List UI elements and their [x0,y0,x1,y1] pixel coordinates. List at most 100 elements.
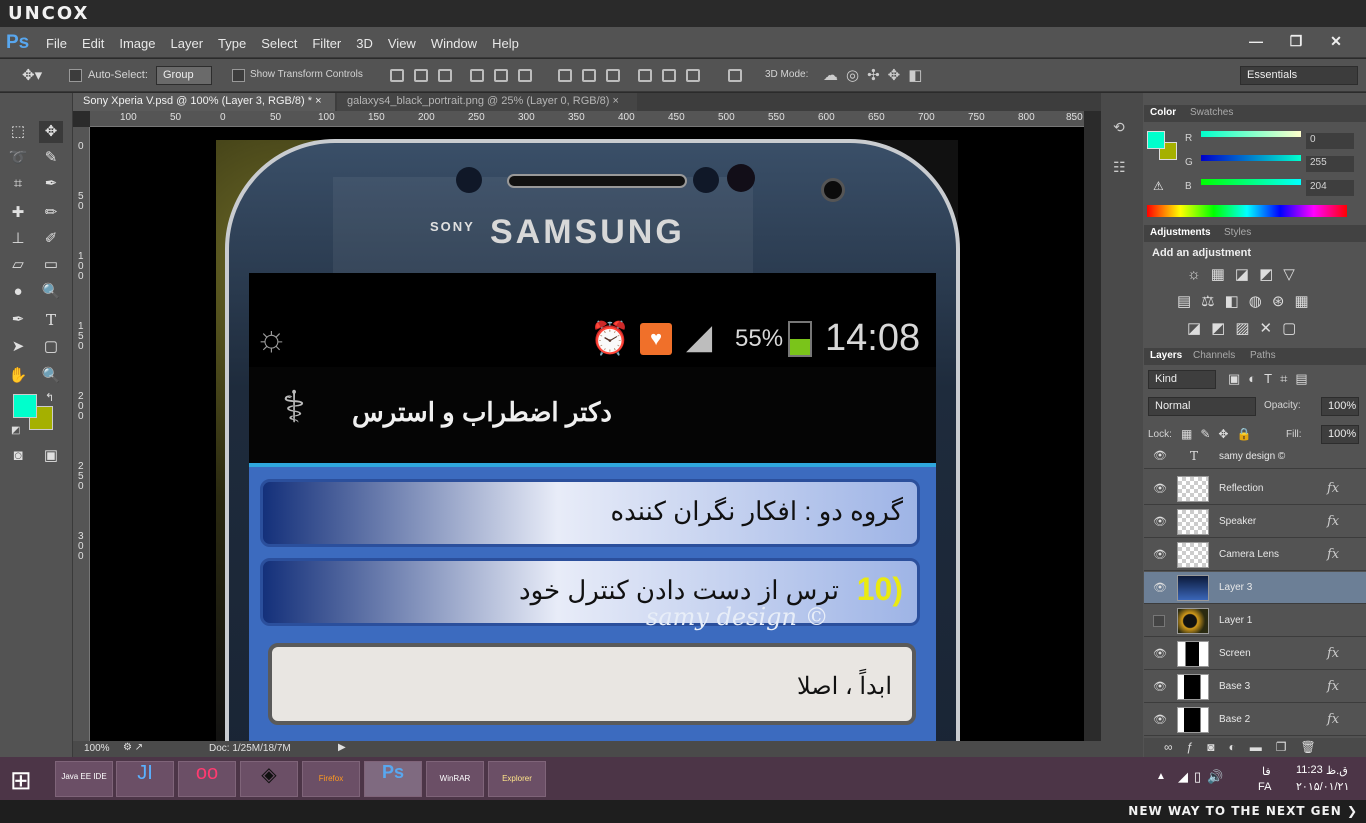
opacity-value[interactable]: 100% [1321,397,1359,416]
zoom-level[interactable]: 100% [84,743,110,754]
b-slider[interactable] [1201,179,1301,185]
show-transform-checkbox[interactable] [232,69,245,82]
tab-close-icon[interactable]: × [315,95,321,107]
layer-fx-icon[interactable]: fx [1327,712,1339,727]
clone-stamp-tool-icon[interactable]: ⊥ [6,228,30,250]
menu-filter[interactable]: Filter [312,36,341,51]
align-vcenter-icon[interactable] [414,69,428,82]
layers-footer-icons[interactable]: ∞ƒ◙◐▬❐🗑 [1144,738,1366,757]
eraser-tool-icon[interactable]: ▱ [6,254,30,276]
visibility-eye-icon[interactable]: 👁 [1153,515,1167,528]
menu-type[interactable]: Type [218,36,246,51]
adjustment-icons-row-1[interactable]: ☼▦◪◩▽ [1187,265,1305,283]
visibility-eye-icon[interactable]: 👁 [1153,548,1167,561]
tab-color[interactable]: Color [1150,107,1176,118]
eyedropper-tool-icon[interactable]: ✒ [39,173,63,195]
tab-adjustments[interactable]: Adjustments [1150,227,1211,238]
distribute-hcenter-icon[interactable] [662,69,676,82]
tab-paths[interactable]: Paths [1250,350,1276,361]
tray-expand-icon[interactable]: ▲ [1156,771,1166,782]
path-select-tool-icon[interactable]: ➤ [6,336,30,358]
b-value[interactable]: 204 [1306,180,1354,196]
color-spectrum[interactable] [1147,205,1347,217]
fg-color-chip[interactable] [1147,131,1165,149]
layer-row-camera-lens[interactable]: 👁 Camera Lens fx [1144,539,1366,571]
visibility-eye-icon[interactable]: 👁 [1153,482,1167,495]
gradient-tool-icon[interactable]: ▭ [39,254,63,276]
menu-view[interactable]: View [388,36,416,51]
adjustment-icons-row-2[interactable]: ▤⚖◧◍⊛▦ [1177,292,1319,310]
properties-panel-icon[interactable]: ☷ [1113,159,1126,176]
distribute-top-icon[interactable] [558,69,572,82]
auto-select-dropdown[interactable]: Group [156,66,212,85]
layer-row-layer-1[interactable]: Layer 1 [1144,605,1366,637]
blur-tool-icon[interactable]: ● [6,281,30,303]
menu-layer[interactable]: Layer [171,36,204,51]
visibility-eye-icon[interactable]: 👁 [1153,449,1167,462]
menu-window[interactable]: Window [431,36,477,51]
tray-lang-label[interactable]: فا [1262,765,1271,778]
g-value[interactable]: 255 [1306,156,1354,172]
layer-fx-icon[interactable]: fx [1327,679,1339,694]
close-button[interactable]: ✕ [1322,33,1350,51]
r-value[interactable]: 0 [1306,133,1354,149]
clock-time[interactable]: 11:23 [1296,764,1323,776]
taskbar-app-flickr[interactable]: oo [178,761,236,797]
quick-mask-icon[interactable]: ◙ [6,445,30,467]
taskbar-app-explorer[interactable]: Explorer [488,761,546,797]
layer-kind-filter[interactable]: Kind [1148,370,1216,389]
brush-tool-icon[interactable]: ✏ [39,202,63,224]
taskbar-app-ji[interactable]: JI [116,761,174,797]
foreground-color-swatch[interactable] [13,394,37,418]
distribute-left-icon[interactable] [638,69,652,82]
tray-lang-code[interactable]: FA [1258,781,1271,793]
layer-row-layer-3[interactable]: 👁 Layer 3 [1144,572,1366,604]
tab-sony-xperia[interactable]: Sony Xperia V.psd @ 100% (Layer 3, RGB/8… [73,93,335,111]
layer-row-base-2[interactable]: 👁 Base 2 fx [1144,704,1366,736]
menu-file[interactable]: File [46,36,67,51]
menu-help[interactable]: Help [492,36,519,51]
fill-value[interactable]: 100% [1321,425,1359,444]
g-slider[interactable] [1201,155,1301,161]
menu-3d[interactable]: 3D [356,36,373,51]
history-panel-icon[interactable]: ⟲ [1113,119,1125,136]
lasso-tool-icon[interactable]: ➰ [6,147,30,169]
shape-tool-icon[interactable]: ▢ [39,336,63,358]
minimize-button[interactable]: — [1242,33,1270,51]
lock-icons[interactable]: ▦✎✥🔒 [1181,427,1259,441]
auto-align-icon[interactable] [728,69,742,82]
layer-fx-icon[interactable]: fx [1327,481,1339,496]
answer-option[interactable]: ابداً ، اصلا [268,643,916,725]
taskbar-app-inkscape[interactable]: ◈ [240,761,298,797]
screen-mode-icon[interactable]: ▣ [39,445,63,467]
tab-swatches[interactable]: Swatches [1190,107,1233,118]
move-tool-icon[interactable]: ✥ [39,121,63,143]
healing-brush-tool-icon[interactable]: ✚ [6,202,30,224]
layer-fx-icon[interactable]: fx [1327,514,1339,529]
layer-fx-icon[interactable]: fx [1327,646,1339,661]
visibility-eye-icon[interactable]: 👁 [1153,680,1167,693]
type-tool-icon[interactable]: T [39,309,63,331]
hand-tool-icon[interactable]: ✋ [6,365,30,387]
auto-select-checkbox[interactable] [69,69,82,82]
layer-row-reflection[interactable]: 👁 Reflection fx [1144,473,1366,505]
history-brush-tool-icon[interactable]: ✐ [39,228,63,250]
align-bottom-icon[interactable] [438,69,452,82]
marquee-tool-icon[interactable]: ⬚ [6,121,30,143]
visibility-eye-icon[interactable]: 👁 [1153,647,1167,660]
r-slider[interactable] [1201,131,1301,137]
align-top-icon[interactable] [390,69,404,82]
tab-styles[interactable]: Styles [1224,227,1251,238]
zoom-tool-icon[interactable]: 🔍 [39,365,63,387]
distribute-vcenter-icon[interactable] [582,69,596,82]
group-card[interactable]: گروه دو : افکار نگران کننده [260,479,920,547]
tray-icons[interactable]: ◢▯🔊 [1178,769,1229,785]
pen-tool-icon[interactable]: ✒ [6,309,30,331]
tab-close-icon[interactable]: × [613,95,619,107]
align-hcenter-icon[interactable] [494,69,508,82]
distribute-bottom-icon[interactable] [606,69,620,82]
swap-colors-icon[interactable]: ↰ [45,391,54,404]
restore-button[interactable]: ❐ [1282,33,1310,51]
taskbar-app-winrar[interactable]: WinRAR [426,761,484,797]
layer-row-samy-design[interactable]: 👁 T samy design © [1144,447,1366,469]
